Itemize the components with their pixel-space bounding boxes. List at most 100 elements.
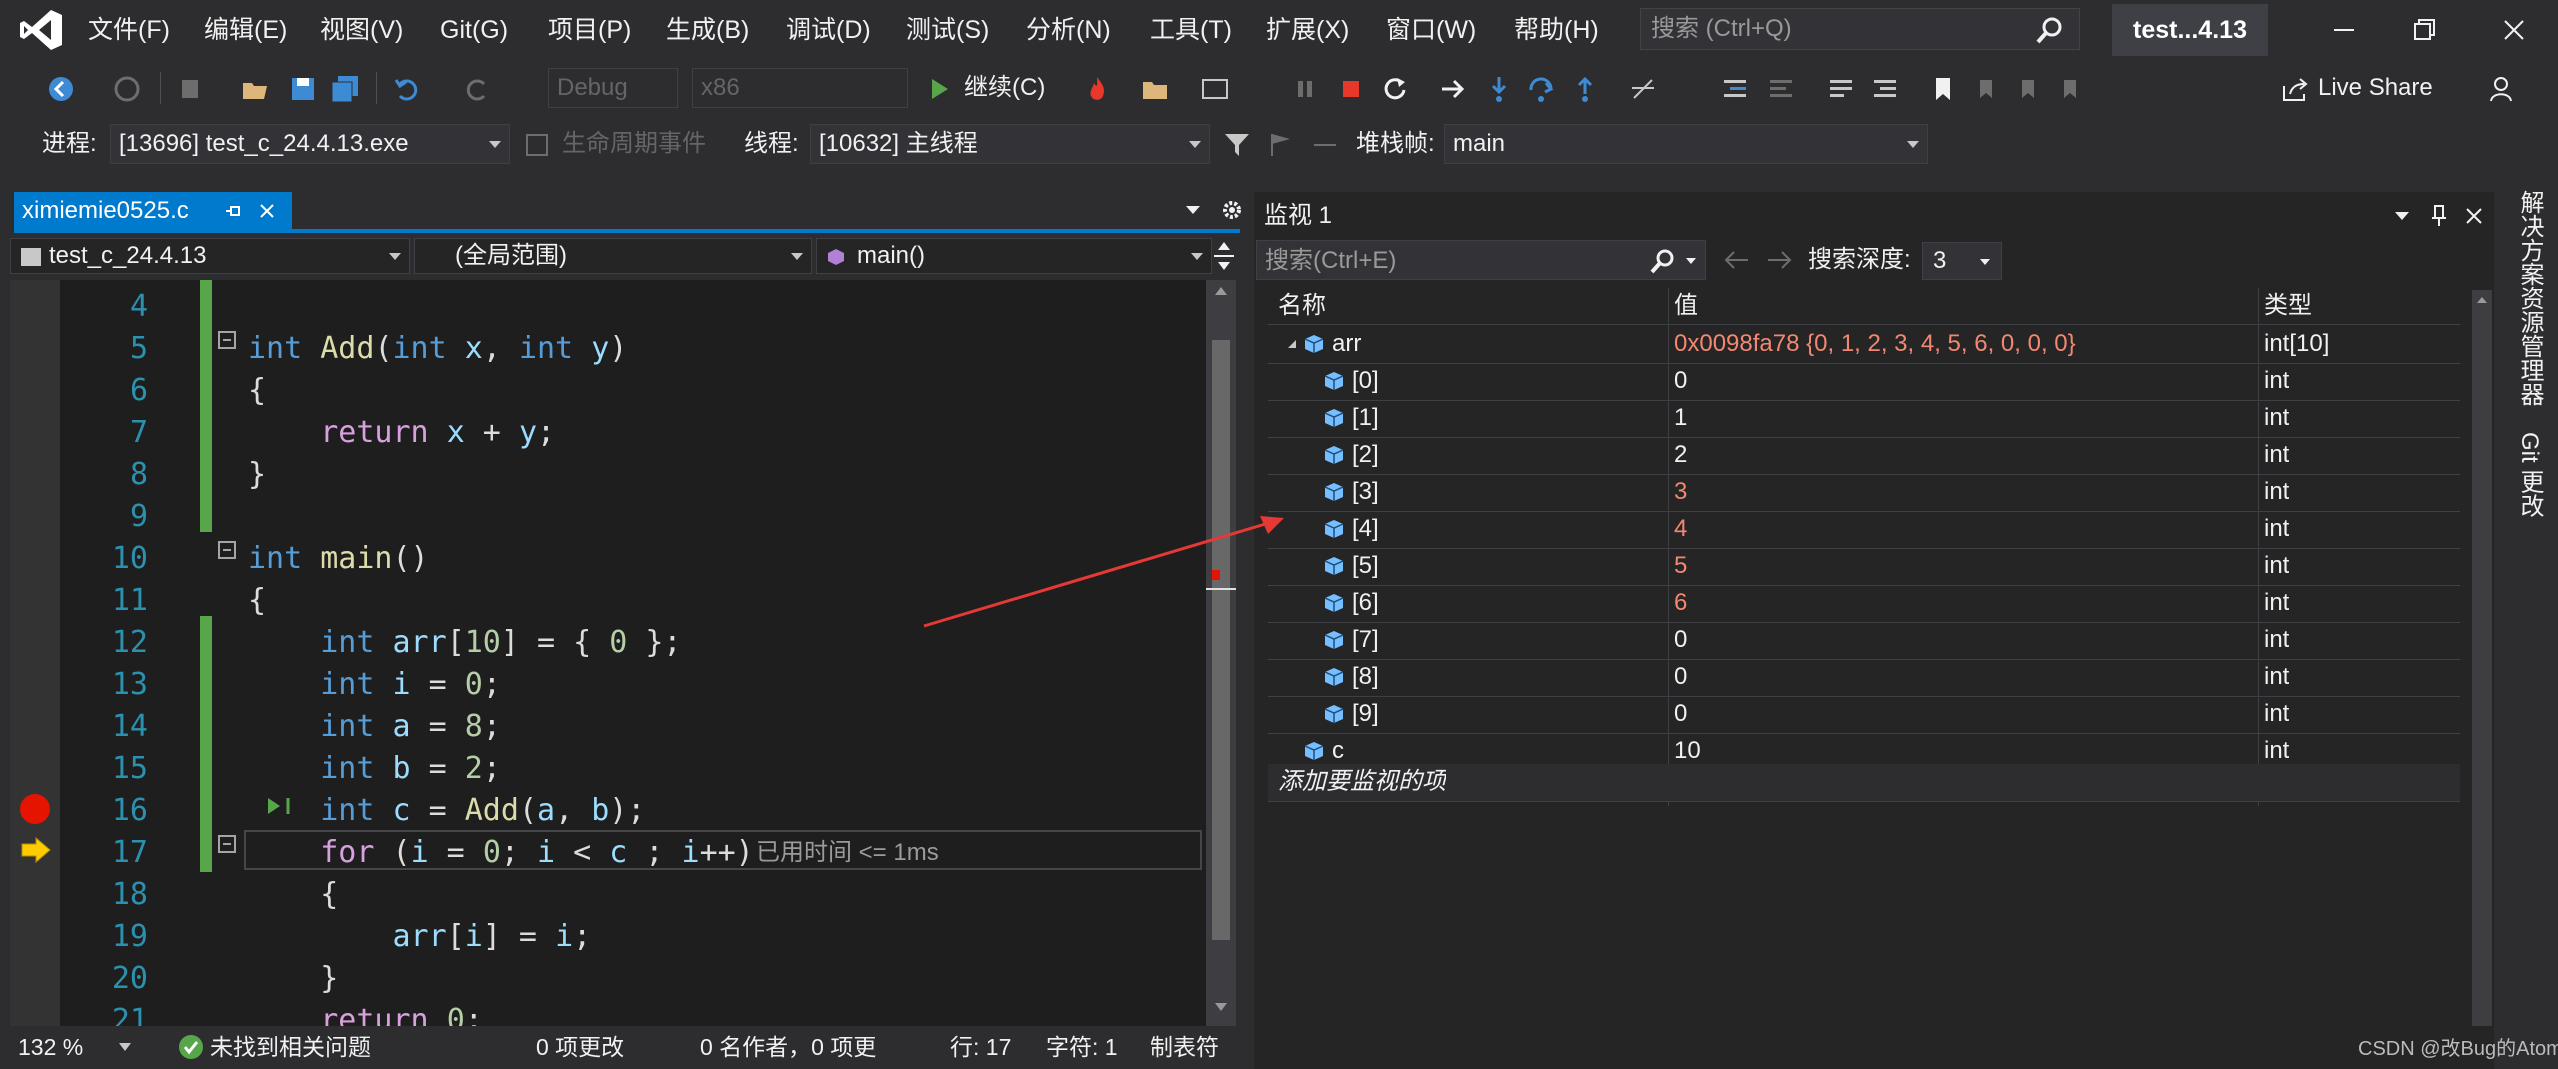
- restart-icon[interactable]: [1380, 74, 1410, 104]
- watch-value[interactable]: 5: [1674, 548, 2254, 584]
- collapse-toggle-icon[interactable]: [218, 331, 236, 349]
- show-flagged-icon[interactable]: [1310, 130, 1340, 160]
- menu-git[interactable]: Git(G): [440, 14, 508, 46]
- watch-row[interactable]: [6] 6 int: [1268, 585, 2460, 623]
- pin-icon[interactable]: [2430, 204, 2448, 228]
- close-panel-icon[interactable]: [2464, 206, 2484, 226]
- menu-window[interactable]: 窗口(W): [1386, 14, 1476, 46]
- stop-icon[interactable]: [1336, 74, 1366, 104]
- column-header-type[interactable]: 类型: [2264, 288, 2312, 324]
- live-share-button[interactable]: Live Share: [2318, 68, 2433, 108]
- watch-value[interactable]: 1: [1674, 400, 2254, 436]
- collapse-toggle-icon[interactable]: [218, 835, 236, 853]
- watch-row[interactable]: [8] 0 int: [1268, 659, 2460, 697]
- flag-thread-icon[interactable]: [1266, 130, 1296, 160]
- watch-row[interactable]: [3] 3 int: [1268, 474, 2460, 512]
- previous-bookmark-icon[interactable]: [1970, 74, 2000, 104]
- lifecycle-events-label[interactable]: 生命周期事件: [562, 124, 706, 164]
- platform-select[interactable]: x86: [692, 68, 908, 108]
- forward-navigate-icon[interactable]: [112, 74, 142, 104]
- redo-icon[interactable]: [462, 74, 492, 104]
- chevron-down-icon[interactable]: [1685, 257, 1697, 265]
- watch-row[interactable]: [0] 0 int: [1268, 363, 2460, 401]
- menu-debug[interactable]: 调试(D): [786, 14, 871, 46]
- outdent-icon[interactable]: [1766, 74, 1796, 104]
- search-previous-icon[interactable]: [1722, 248, 1750, 272]
- clear-bookmarks-icon[interactable]: [2054, 74, 2084, 104]
- editor-vertical-scrollbar[interactable]: [1206, 280, 1236, 1026]
- menu-tools[interactable]: 工具(T): [1150, 14, 1232, 46]
- search-next-icon[interactable]: [1766, 248, 1794, 272]
- zoom-level[interactable]: 132 %: [18, 1030, 83, 1064]
- bookmark-icon[interactable]: [1928, 74, 1958, 104]
- watch-row[interactable]: [4] 4 int: [1268, 511, 2460, 549]
- git-changes-tab[interactable]: Git 更改: [2512, 432, 2547, 517]
- menu-test[interactable]: 测试(S): [906, 14, 989, 46]
- settings-gear-icon[interactable]: [1220, 198, 1244, 222]
- menu-extensions[interactable]: 扩展(X): [1266, 14, 1349, 46]
- watch-search-input[interactable]: 搜索(Ctrl+E): [1256, 240, 1706, 280]
- configuration-select[interactable]: Debug: [548, 68, 678, 108]
- process-select[interactable]: [13696] test_c_24.4.13.exe: [110, 124, 510, 164]
- scroll-up-icon[interactable]: [1214, 286, 1228, 296]
- open-folder-icon[interactable]: [240, 74, 270, 104]
- back-navigate-icon[interactable]: [46, 74, 76, 104]
- window-position-dropdown-icon[interactable]: [2394, 210, 2410, 222]
- watch-row[interactable]: [7] 0 int: [1268, 622, 2460, 660]
- lifecycle-events-icon[interactable]: [522, 130, 552, 160]
- watch-row[interactable]: [2] 2 int: [1268, 437, 2460, 475]
- watch-row[interactable]: [1] 1 int: [1268, 400, 2460, 438]
- show-next-statement-icon[interactable]: [1438, 74, 1468, 104]
- folder-icon[interactable]: [1140, 74, 1170, 104]
- tab-list-dropdown-icon[interactable]: [1184, 204, 1202, 216]
- tab-ximiemie0525[interactable]: ximiemie0525.c: [14, 192, 292, 230]
- close-window-icon[interactable]: [2496, 14, 2532, 46]
- save-all-icon[interactable]: [330, 74, 360, 104]
- continue-button[interactable]: 继续(C): [964, 68, 1045, 108]
- scroll-up-icon[interactable]: [2476, 296, 2488, 304]
- step-out-icon[interactable]: [1570, 74, 1600, 104]
- column-header-value[interactable]: 值: [1674, 288, 1698, 324]
- hot-reload-icon[interactable]: [1082, 74, 1112, 104]
- visual-studio-logo-icon[interactable]: [18, 8, 64, 52]
- comment-icon[interactable]: [1826, 74, 1856, 104]
- chevron-down-icon[interactable]: [118, 1042, 132, 1052]
- watch-value[interactable]: 3: [1674, 474, 2254, 510]
- watch-row[interactable]: [5] 5 int: [1268, 548, 2460, 586]
- watch-value[interactable]: 4: [1674, 511, 2254, 547]
- feedback-person-icon[interactable]: [2488, 74, 2518, 104]
- watch-value[interactable]: 0: [1674, 622, 2254, 658]
- hex-display-icon[interactable]: [1628, 74, 1658, 104]
- next-bookmark-icon[interactable]: [2012, 74, 2042, 104]
- browser-link-icon[interactable]: [1200, 74, 1230, 104]
- scroll-down-icon[interactable]: [1214, 1002, 1228, 1012]
- watch-value[interactable]: 0: [1674, 696, 2254, 732]
- scope-select[interactable]: (全局范围): [414, 238, 812, 274]
- continue-play-icon[interactable]: [924, 74, 954, 104]
- solution-explorer-tab[interactable]: 解决方案资源管理器: [2512, 190, 2547, 406]
- glyph-margin[interactable]: [10, 280, 60, 1026]
- search-depth-select[interactable]: 3: [1922, 242, 2002, 280]
- column-header-name[interactable]: 名称: [1278, 288, 1326, 324]
- project-select[interactable]: test_c_24.4.13: [10, 238, 410, 274]
- minimize-icon[interactable]: [2326, 14, 2362, 46]
- live-share-icon[interactable]: [2280, 74, 2310, 104]
- split-editor-icon[interactable]: [1210, 240, 1238, 272]
- pin-icon[interactable]: [224, 202, 242, 220]
- watch-row[interactable]: [9] 0 int: [1268, 696, 2460, 734]
- add-watch-placeholder[interactable]: 添加要监视的项: [1278, 764, 1446, 800]
- tab-mode[interactable]: 制表符: [1150, 1030, 1219, 1064]
- menu-build[interactable]: 生成(B): [666, 14, 749, 46]
- authors-status[interactable]: 0 名作者，0 项更: [700, 1030, 876, 1064]
- watch-row[interactable]: arr 0x0098fa78 {0, 1, 2, 3, 4, 5, 6, 0, 0…: [1268, 326, 2460, 364]
- changes-status[interactable]: 0 项更改: [536, 1030, 624, 1064]
- stack-frame-select[interactable]: main: [1444, 124, 1928, 164]
- new-project-icon[interactable]: [176, 74, 206, 104]
- menu-project[interactable]: 项目(P): [548, 14, 631, 46]
- filter-icon[interactable]: [1222, 130, 1252, 160]
- watch-value[interactable]: 6: [1674, 585, 2254, 621]
- menu-view[interactable]: 视图(V): [320, 14, 403, 46]
- thread-select[interactable]: [10632] 主线程: [810, 124, 1210, 164]
- search-icon[interactable]: [1649, 247, 1677, 275]
- undo-icon[interactable]: [392, 74, 422, 104]
